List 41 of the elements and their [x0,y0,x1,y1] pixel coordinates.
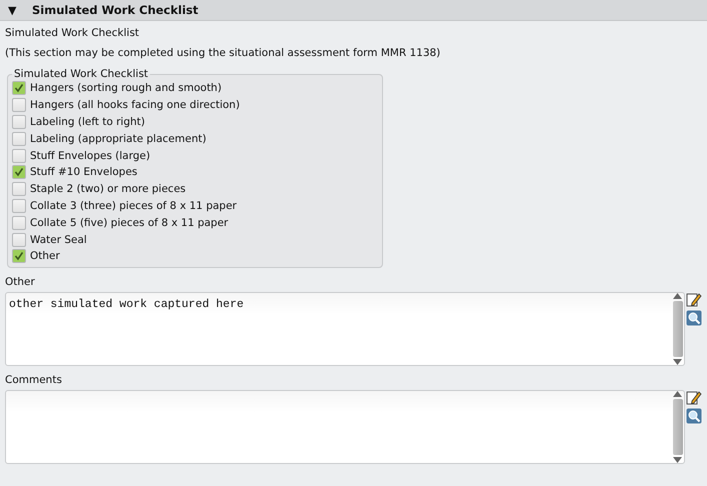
search-icon[interactable] [686,310,702,326]
checkbox[interactable] [12,81,26,96]
scrollbar[interactable] [671,292,684,365]
checkbox-label[interactable]: Collate 3 (three) pieces of 8 x 11 paper [30,200,237,212]
checkbox[interactable] [12,165,26,180]
checkbox[interactable] [12,182,26,196]
checkbox-label[interactable]: Water Seal [30,234,87,246]
field-label: Comments [5,372,63,387]
checkbox[interactable] [12,216,26,230]
checkbox[interactable] [12,249,26,264]
edit-pencil-icon[interactable] [686,292,702,308]
checkbox-label[interactable]: Collate 5 (five) pieces of 8 x 11 paper [30,216,228,229]
section-note: (This section may be completed using the situational assessment form MMR 1138) [5,46,442,60]
scroll-down-arrow-icon[interactable] [673,456,682,463]
scroll-up-arrow-icon[interactable] [673,292,682,299]
checkbox-label[interactable]: Hangers (all hooks facing one direction) [30,99,240,112]
checkbox[interactable] [12,132,26,146]
search-icon[interactable] [686,408,702,424]
text-area[interactable]: other simulated work captured here [5,292,685,366]
scroll-down-arrow-icon[interactable] [673,358,682,365]
checkbox-label[interactable]: Hangers (sorting rough and smooth) [30,82,222,94]
scrollbar[interactable] [671,390,684,463]
checkbox-label[interactable]: Labeling (left to right) [30,116,145,128]
checkbox[interactable] [12,232,26,247]
checkbox-label[interactable]: Stuff #10 Envelopes [30,166,138,178]
checkbox-label[interactable]: Stuff Envelopes (large) [30,150,150,162]
group-legend: Simulated Work Checklist [12,68,150,80]
checkbox[interactable] [12,114,26,129]
checkbox-label[interactable]: Other [30,250,60,262]
field-label: Other [5,274,36,289]
scroll-up-arrow-icon[interactable] [673,390,682,397]
section-heading: Simulated Work Checklist [5,26,140,40]
checkbox[interactable] [12,198,26,213]
checkbox[interactable] [12,98,26,112]
checkbox-label[interactable]: Staple 2 (two) or more pieces [30,183,186,196]
collapse-toggle[interactable]: ▼ [8,4,20,16]
section-title: Simulated Work Checklist [32,3,198,17]
edit-pencil-icon[interactable] [686,390,702,406]
section-header[interactable]: ▼ Simulated Work Checklist [0,0,707,21]
checkbox[interactable] [12,148,26,163]
checkbox-label[interactable]: Labeling (appropriate placement) [30,132,206,145]
